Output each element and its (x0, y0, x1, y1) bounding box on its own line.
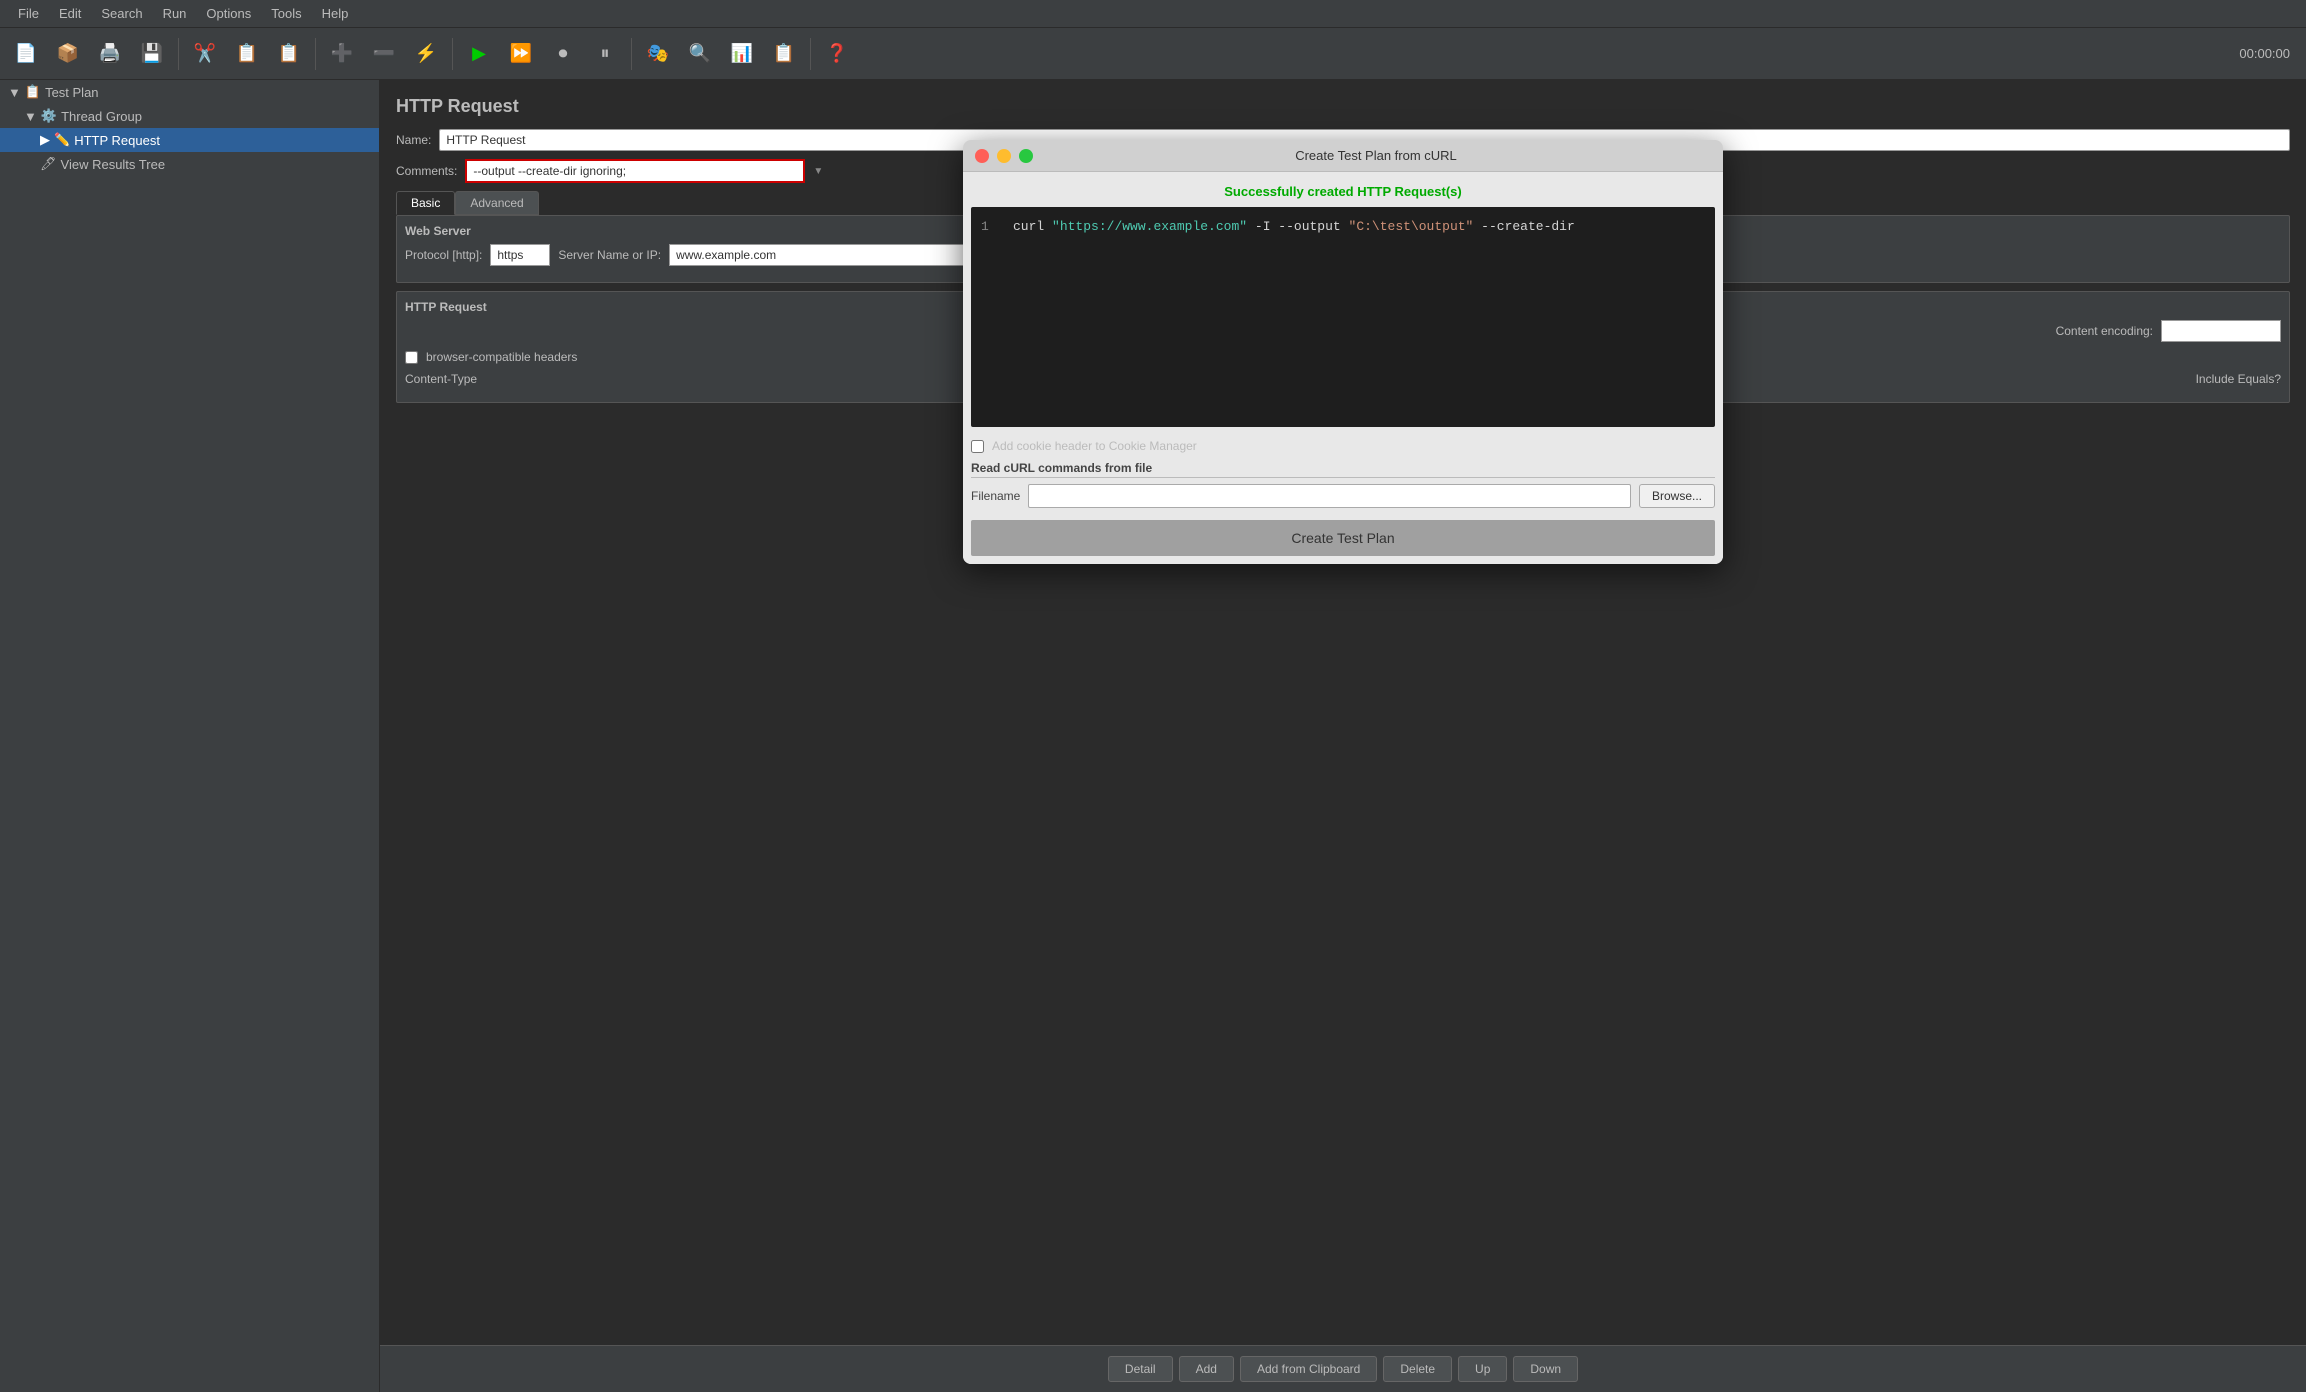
code-flags: -I --output (1255, 219, 1341, 234)
menu-help[interactable]: Help (312, 4, 359, 23)
dialog-title: Create Test Plan from cURL (1041, 148, 1711, 163)
tree-arrow-icon: ▶ (40, 132, 50, 148)
code-line-1: 1 curl "https://www.example.com" -I --ou… (981, 217, 1705, 238)
help-button[interactable]: ❓ (817, 34, 857, 74)
report-button[interactable]: 📊 (722, 34, 762, 74)
dialog-body: Successfully created HTTP Request(s) 1 c… (963, 172, 1723, 564)
run-button[interactable]: ▶ (459, 34, 499, 74)
dialog-titlebar: Create Test Plan from cURL (963, 140, 1723, 172)
cookie-checkbox[interactable] (971, 440, 984, 453)
sidebar: ▼ 📋 Test Plan ▼ ⚙️ Thread Group ▶ ✏️ HTT… (0, 80, 380, 1392)
monitor-button[interactable]: 🎭 (638, 34, 678, 74)
menu-run[interactable]: Run (153, 4, 197, 23)
list-button[interactable]: 📋 (764, 34, 804, 74)
filename-label: Filename (971, 489, 1020, 503)
separator-1 (178, 38, 179, 70)
separator-4 (631, 38, 632, 70)
stop-button[interactable]: ⏺ (543, 34, 583, 74)
cookie-label: Add cookie header to Cookie Manager (992, 439, 1197, 453)
httprequest-icon: ✏️ (54, 132, 70, 148)
tree-arrow-icon: ▼ (24, 109, 37, 124)
menu-tools[interactable]: Tools (261, 4, 311, 23)
open-button[interactable]: 📦 (48, 34, 88, 74)
sidebar-label-httprequest: HTTP Request (74, 133, 160, 148)
cookie-option-row: Add cookie header to Cookie Manager (971, 435, 1715, 457)
tree-arrow-icon: ▼ (8, 85, 21, 100)
line-number: 1 (981, 217, 1001, 238)
menu-options[interactable]: Options (196, 4, 261, 23)
code-create-dir: --create-dir (1481, 219, 1575, 234)
expand-button[interactable]: ➕ (322, 34, 362, 74)
filename-row: Filename Browse... (971, 484, 1715, 508)
sidebar-item-threadgroup[interactable]: ▼ ⚙️ Thread Group (0, 104, 379, 128)
dialog-close-button[interactable] (975, 149, 989, 163)
threadgroup-icon: ⚙️ (41, 108, 57, 124)
dialog-overlay: Create Test Plan from cURL Successfully … (380, 80, 2306, 1392)
collapse-button[interactable]: ➖ (364, 34, 404, 74)
read-curl-section-title: Read cURL commands from file (971, 461, 1715, 478)
code-content: curl "https://www.example.com" -I --outp… (1013, 217, 1575, 238)
cut-button[interactable]: ✂️ (185, 34, 225, 74)
copy-button[interactable]: 📋 (227, 34, 267, 74)
toggle-button[interactable]: ⚡ (406, 34, 446, 74)
sidebar-item-testplan[interactable]: ▼ 📋 Test Plan (0, 80, 379, 104)
print-button[interactable]: 🖨️ (90, 34, 130, 74)
toolbar: 📄 📦 🖨️ 💾 ✂️ 📋 📋 ➕ ➖ ⚡ ▶ ⏩ ⏺ ⏸ 🎭 🔍 📊 📋 ❓ … (0, 28, 2306, 80)
code-editor[interactable]: 1 curl "https://www.example.com" -I --ou… (971, 207, 1715, 427)
code-output-path: "C:\test\output" (1349, 219, 1474, 234)
shutdown-button[interactable]: ⏸ (585, 34, 625, 74)
separator-2 (315, 38, 316, 70)
dialog-minimize-button[interactable] (997, 149, 1011, 163)
paste-button[interactable]: 📋 (269, 34, 309, 74)
menu-edit[interactable]: Edit (49, 4, 91, 23)
main-layout: ▼ 📋 Test Plan ▼ ⚙️ Thread Group ▶ ✏️ HTT… (0, 80, 2306, 1392)
code-url: "https://www.example.com" (1052, 219, 1247, 234)
sidebar-label-viewresults: View Results Tree (61, 157, 166, 172)
sidebar-label-threadgroup: Thread Group (61, 109, 142, 124)
create-plan-button[interactable]: Create Test Plan (971, 520, 1715, 556)
save-button[interactable]: 💾 (132, 34, 172, 74)
separator-3 (452, 38, 453, 70)
menu-file[interactable]: File (8, 4, 49, 23)
menu-search[interactable]: Search (91, 4, 152, 23)
start-no-pause-button[interactable]: ⏩ (501, 34, 541, 74)
dialog-maximize-button[interactable] (1019, 149, 1033, 163)
sidebar-item-httprequest[interactable]: ▶ ✏️ HTTP Request (0, 128, 379, 152)
separator-5 (810, 38, 811, 70)
viewresults-icon: 🖊 (40, 156, 57, 172)
sidebar-item-viewresults[interactable]: 🖊 View Results Tree (0, 152, 379, 176)
new-button[interactable]: 📄 (6, 34, 46, 74)
browse-button[interactable]: Browse... (1639, 484, 1715, 508)
filename-input[interactable] (1028, 484, 1631, 508)
timer-display: 00:00:00 (2239, 46, 2300, 61)
sidebar-label-testplan: Test Plan (45, 85, 98, 100)
success-message: Successfully created HTTP Request(s) (971, 180, 1715, 207)
create-test-plan-dialog: Create Test Plan from cURL Successfully … (963, 140, 1723, 564)
clear-button[interactable]: 🔍 (680, 34, 720, 74)
testplan-icon: 📋 (25, 84, 41, 100)
menubar: File Edit Search Run Options Tools Help (0, 0, 2306, 28)
curl-keyword: curl (1013, 219, 1044, 234)
